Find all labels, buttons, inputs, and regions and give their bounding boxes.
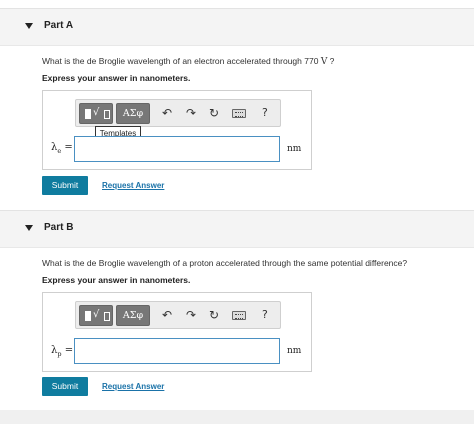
undo-icon[interactable]: ↶ — [162, 306, 172, 324]
part-b-answer-box: √ ΑΣφ ↶ ↷ ↻ ? λp = nm — [42, 292, 312, 372]
reset-icon[interactable]: ↻ — [209, 306, 219, 324]
unit-label: nm — [287, 144, 302, 154]
template-box-icon — [104, 312, 110, 321]
template-block-icon — [85, 311, 91, 321]
math-toolbar: √ ΑΣφ ↶ ↷ ↻ ? — [75, 99, 281, 127]
request-answer-link[interactable]: Request Answer — [102, 181, 164, 190]
redo-icon[interactable]: ↷ — [186, 104, 196, 122]
submit-button[interactable]: Submit — [42, 176, 88, 195]
collapse-caret-icon[interactable] — [25, 23, 33, 29]
submit-button[interactable]: Submit — [42, 377, 88, 396]
part-a-header[interactable]: Part A — [0, 8, 474, 46]
template-block-icon — [85, 109, 91, 119]
lhs-label: λp = — [51, 345, 74, 358]
part-b-question: What is the de Broglie wavelength of a p… — [42, 258, 408, 268]
radical-icon: √ — [93, 107, 100, 118]
help-button[interactable]: ? — [262, 104, 268, 122]
symbols-button[interactable]: ΑΣφ — [116, 305, 150, 326]
part-b-header[interactable]: Part B — [0, 210, 474, 248]
next-section-strip — [0, 410, 474, 424]
symbols-button[interactable]: ΑΣφ — [116, 103, 150, 124]
keyboard-icon[interactable] — [232, 311, 246, 320]
unit-label: nm — [287, 346, 302, 356]
answer-input[interactable] — [74, 338, 280, 364]
part-a-question: What is the de Broglie wavelength of an … — [42, 56, 335, 67]
keyboard-icon[interactable] — [232, 109, 246, 118]
undo-icon[interactable]: ↶ — [162, 104, 172, 122]
template-box-icon — [104, 110, 110, 119]
part-a-instruction: Express your answer in nanometers. — [42, 73, 191, 83]
collapse-caret-icon[interactable] — [25, 225, 33, 231]
help-button[interactable]: ? — [262, 306, 268, 324]
part-b-instruction: Express your answer in nanometers. — [42, 275, 191, 285]
part-a-title: Part A — [44, 20, 74, 31]
math-toolbar: √ ΑΣφ ↶ ↷ ↻ ? — [75, 301, 281, 329]
redo-icon[interactable]: ↷ — [186, 306, 196, 324]
templates-button[interactable]: √ — [79, 305, 113, 326]
templates-button[interactable]: √ — [79, 103, 113, 124]
part-b-title: Part B — [44, 222, 74, 233]
radical-icon: √ — [93, 309, 100, 320]
lhs-label: λe = — [51, 142, 73, 155]
part-a-answer-box: √ ΑΣφ ↶ ↷ ↻ ? Templates λe = nm — [42, 90, 312, 170]
reset-icon[interactable]: ↻ — [209, 104, 219, 122]
request-answer-link[interactable]: Request Answer — [102, 382, 164, 391]
answer-input[interactable] — [74, 136, 280, 162]
